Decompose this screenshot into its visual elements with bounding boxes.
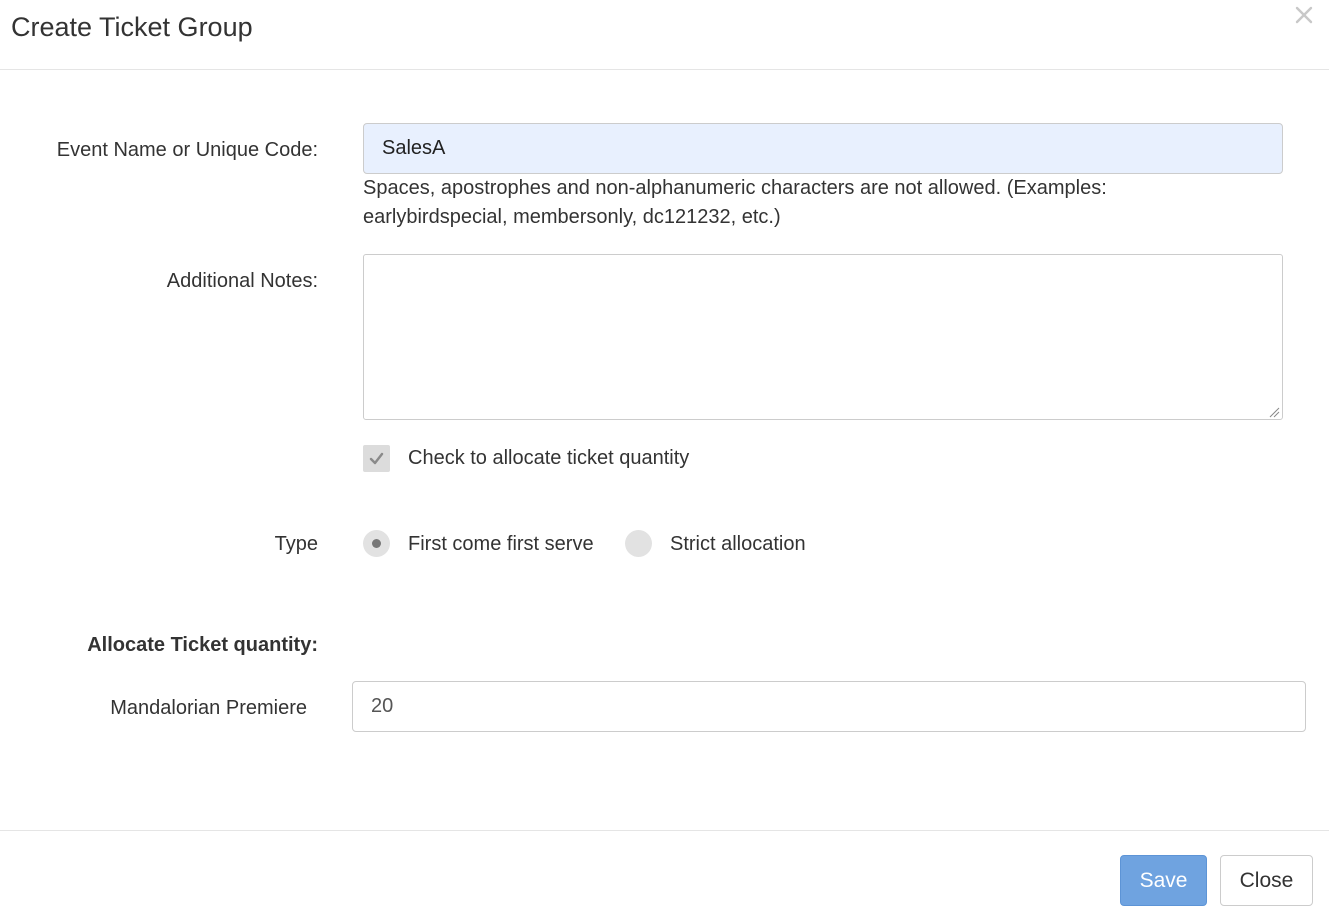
allocate-ticket-quantity-heading: Allocate Ticket quantity: — [87, 634, 318, 656]
help-text-line-1: Spaces, apostrophes and non-alphanumeric… — [363, 177, 1107, 199]
allocate-quantity-label: Check to allocate ticket quantity — [408, 447, 690, 469]
close-icon[interactable] — [1293, 4, 1315, 26]
allocation-quantity-input[interactable] — [352, 681, 1306, 732]
event-name-input[interactable] — [363, 123, 1283, 174]
allocation-item-label: Mandalorian Premiere — [110, 697, 307, 719]
modal-footer: Save Close — [0, 830, 1329, 909]
additional-notes-label: Additional Notes: — [166, 270, 318, 292]
radio-strict-allocation[interactable] — [625, 530, 652, 557]
radio-first-come-first-serve[interactable] — [363, 530, 390, 557]
allocate-quantity-checkbox[interactable] — [363, 445, 390, 472]
resize-grip-icon[interactable] — [1268, 405, 1280, 418]
event-name-label: Event Name or Unique Code: — [56, 139, 318, 161]
radio-strict-allocation-label: Strict allocation — [670, 533, 806, 555]
additional-notes-textarea[interactable] — [363, 254, 1283, 420]
type-label: Type — [274, 533, 318, 555]
help-text-line-2: earlybirdspecial, membersonly, dc121232,… — [363, 206, 781, 228]
radio-first-come-first-serve-label: First come first serve — [408, 533, 594, 555]
checkmark-icon — [369, 452, 384, 465]
close-button[interactable]: Close — [1220, 855, 1313, 906]
radio-selected-dot — [372, 539, 381, 548]
modal-title: Create Ticket Group — [11, 12, 253, 42]
event-name-help-text: Spaces, apostrophes and non-alphanumeric… — [363, 174, 1263, 232]
modal-header: Create Ticket Group — [0, 0, 1329, 70]
save-button[interactable]: Save — [1120, 855, 1207, 906]
create-ticket-group-modal: Create Ticket Group Event Name or Unique… — [0, 0, 1329, 909]
